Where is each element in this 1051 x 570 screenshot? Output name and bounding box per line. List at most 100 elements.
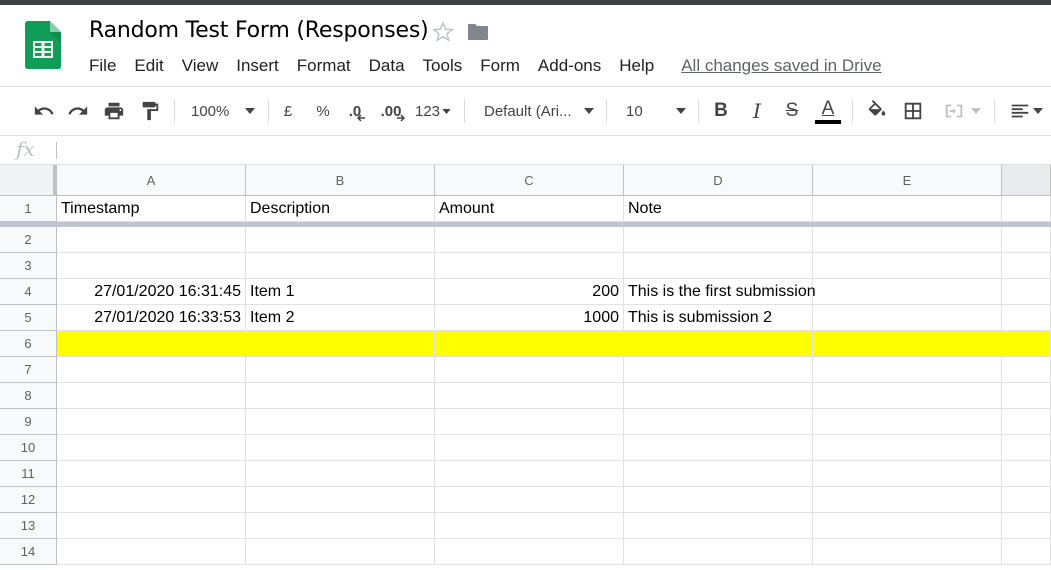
cell-c1[interactable]: Amount xyxy=(435,196,624,222)
borders-button[interactable] xyxy=(900,97,926,125)
cell-b9[interactable] xyxy=(246,409,435,435)
menu-form[interactable]: Form xyxy=(471,56,529,76)
more-formats-button[interactable]: 123 xyxy=(412,97,454,125)
cell-b12[interactable] xyxy=(246,487,435,513)
menu-insert[interactable]: Insert xyxy=(227,56,288,76)
sheets-logo-icon[interactable] xyxy=(25,21,61,69)
cell-filler[interactable] xyxy=(1002,227,1051,253)
column-header-d[interactable]: D xyxy=(624,165,813,196)
cell-e7[interactable] xyxy=(813,357,1002,383)
row-header-13[interactable]: 13 xyxy=(0,513,57,539)
cell-a9[interactable] xyxy=(57,409,246,435)
print-button[interactable] xyxy=(100,97,128,125)
cell-filler[interactable] xyxy=(1002,279,1051,305)
cell-a13[interactable] xyxy=(57,513,246,539)
bold-button[interactable]: B xyxy=(708,97,734,125)
cell-filler[interactable] xyxy=(1002,435,1051,461)
menu-file[interactable]: File xyxy=(80,56,125,76)
cell-a5[interactable]: 27/01/2020 16:33:53 xyxy=(57,305,246,331)
frozen-row-divider[interactable] xyxy=(0,222,1051,227)
cell-b6[interactable] xyxy=(246,331,435,357)
cell-e12[interactable] xyxy=(813,487,1002,513)
cell-filler[interactable] xyxy=(1002,253,1051,279)
row-header-14[interactable]: 14 xyxy=(0,539,57,565)
row-header-2[interactable]: 2 xyxy=(0,227,57,253)
increase-decimal-button[interactable]: .00 xyxy=(378,97,408,125)
zoom-select[interactable]: 100% xyxy=(185,97,261,125)
cell-c12[interactable] xyxy=(435,487,624,513)
row-header-7[interactable]: 7 xyxy=(0,357,57,383)
horizontal-align-button[interactable] xyxy=(1004,97,1048,125)
select-all-corner[interactable] xyxy=(0,165,57,196)
menu-tools[interactable]: Tools xyxy=(414,56,472,76)
cell-filler[interactable] xyxy=(1002,461,1051,487)
cell-c5[interactable]: 1000 xyxy=(435,305,624,331)
menu-format[interactable]: Format xyxy=(288,56,360,76)
cell-b7[interactable] xyxy=(246,357,435,383)
menu-addons[interactable]: Add-ons xyxy=(529,56,610,76)
cell-b14[interactable] xyxy=(246,539,435,565)
cell-c11[interactable] xyxy=(435,461,624,487)
cell-c2[interactable] xyxy=(435,227,624,253)
cell-filler[interactable] xyxy=(1002,409,1051,435)
cell-c10[interactable] xyxy=(435,435,624,461)
cell-c6[interactable] xyxy=(435,331,624,357)
cell-c3[interactable] xyxy=(435,253,624,279)
cell-a10[interactable] xyxy=(57,435,246,461)
cell-e4[interactable] xyxy=(813,279,1002,305)
cell-d8[interactable] xyxy=(624,383,813,409)
font-size-select[interactable]: 10 xyxy=(618,97,692,125)
formula-input[interactable] xyxy=(64,140,1044,161)
cell-d12[interactable] xyxy=(624,487,813,513)
cell-e9[interactable] xyxy=(813,409,1002,435)
cell-filler[interactable] xyxy=(1002,539,1051,565)
cell-filler[interactable] xyxy=(1002,383,1051,409)
cell-a6[interactable] xyxy=(57,331,246,357)
column-header-c[interactable]: C xyxy=(435,165,624,196)
menu-data[interactable]: Data xyxy=(360,56,414,76)
folder-icon[interactable] xyxy=(466,20,490,44)
cell-b13[interactable] xyxy=(246,513,435,539)
cell-c8[interactable] xyxy=(435,383,624,409)
fill-color-button[interactable] xyxy=(864,97,890,125)
row-header-6[interactable]: 6 xyxy=(0,331,57,357)
row-header-10[interactable]: 10 xyxy=(0,435,57,461)
cell-c14[interactable] xyxy=(435,539,624,565)
redo-button[interactable] xyxy=(64,97,92,125)
menu-edit[interactable]: Edit xyxy=(125,56,172,76)
document-title[interactable]: Random Test Form (Responses) xyxy=(89,18,429,43)
cell-d5[interactable]: This is submission 2 xyxy=(624,305,813,331)
cell-b8[interactable] xyxy=(246,383,435,409)
cell-e14[interactable] xyxy=(813,539,1002,565)
row-header-9[interactable]: 9 xyxy=(0,409,57,435)
cell-a4[interactable]: 27/01/2020 16:31:45 xyxy=(57,279,246,305)
row-header-4[interactable]: 4 xyxy=(0,279,57,305)
cell-filler[interactable] xyxy=(1002,357,1051,383)
cell-e5[interactable] xyxy=(813,305,1002,331)
cell-d3[interactable] xyxy=(624,253,813,279)
cell-a3[interactable] xyxy=(57,253,246,279)
cell-e10[interactable] xyxy=(813,435,1002,461)
cell-d7[interactable] xyxy=(624,357,813,383)
cell-b11[interactable] xyxy=(246,461,435,487)
row-header-8[interactable]: 8 xyxy=(0,383,57,409)
save-status-link[interactable]: All changes saved in Drive xyxy=(681,56,881,76)
cell-a1[interactable]: Timestamp xyxy=(57,196,246,222)
cell-b1[interactable]: Description xyxy=(246,196,435,222)
cell-e13[interactable] xyxy=(813,513,1002,539)
cell-d2[interactable] xyxy=(624,227,813,253)
cell-c13[interactable] xyxy=(435,513,624,539)
star-icon[interactable] xyxy=(431,20,455,44)
cell-d4[interactable]: This is the first submission xyxy=(624,279,816,305)
cell-a12[interactable] xyxy=(57,487,246,513)
cell-a8[interactable] xyxy=(57,383,246,409)
column-header-e[interactable]: E xyxy=(813,165,1002,196)
decrease-decimal-button[interactable]: .0 xyxy=(344,97,370,125)
cell-d13[interactable] xyxy=(624,513,813,539)
cell-c7[interactable] xyxy=(435,357,624,383)
strikethrough-button[interactable]: S xyxy=(779,97,805,125)
cell-filler[interactable] xyxy=(1002,196,1051,222)
cell-d9[interactable] xyxy=(624,409,813,435)
cell-d6[interactable] xyxy=(624,331,813,357)
cell-b4[interactable]: Item 1 xyxy=(246,279,435,305)
